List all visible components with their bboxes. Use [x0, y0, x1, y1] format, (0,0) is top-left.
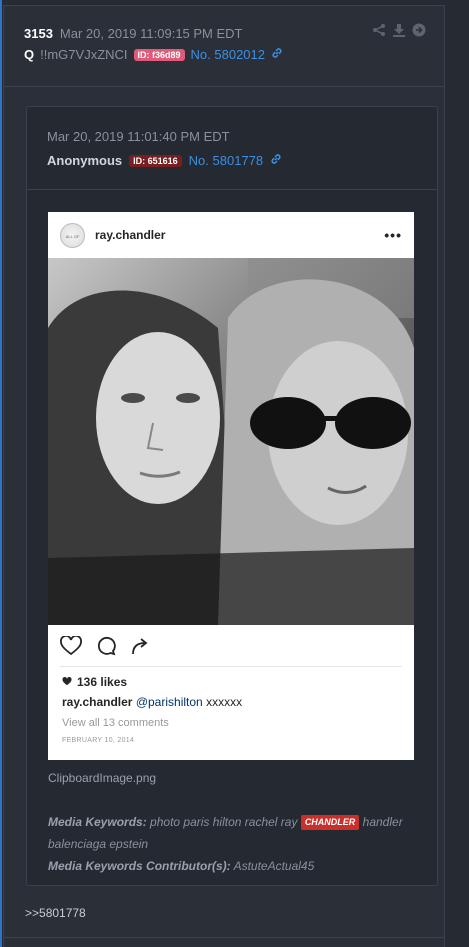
contributor-name: AstuteActual45 [233, 859, 315, 873]
quoted-id-badge[interactable]: ID: 651616 [129, 154, 182, 167]
quoted-poster-name: Anonymous [47, 153, 123, 168]
caption-text: xxxxxx [206, 695, 243, 709]
file-name[interactable]: ClipboardImage.png [48, 771, 156, 785]
link-icon[interactable] [270, 153, 282, 168]
keywords-label: Media Keywords: [48, 815, 147, 829]
likes-count: 136 likes [48, 667, 414, 689]
quoted-header: Mar 20, 2019 11:01:40 PM EDT Anonymous I… [47, 129, 282, 168]
instagram-actions [48, 625, 414, 663]
post-link[interactable]: No. 5802012 [191, 47, 265, 62]
quoted-post: Mar 20, 2019 11:01:40 PM EDT Anonymous I… [26, 106, 438, 886]
share-icon[interactable] [372, 23, 386, 37]
caption-username: ray.chandler [62, 695, 133, 709]
header-divider [4, 86, 444, 87]
photo [48, 258, 414, 625]
keyword-highlight-badge: CHANDLER [300, 815, 360, 830]
attached-image[interactable]: ALL OF ray.chandler ••• 136 likes ray.ch… [48, 212, 414, 760]
instagram-username: ray.chandler [95, 228, 166, 242]
heart-filled-icon [62, 675, 72, 689]
caption-mention: @parishilton [135, 695, 203, 709]
post-number[interactable]: 3153 [24, 26, 53, 41]
poster-id-badge[interactable]: ID: f36d89 [133, 48, 185, 61]
quoted-divider [27, 189, 437, 190]
post-card: 3153 Mar 20, 2019 11:09:15 PM EDT Q !!mG… [3, 5, 445, 947]
instagram-header: ALL OF ray.chandler ••• [48, 212, 414, 258]
post-date: Mar 20, 2019 11:09:15 PM EDT [59, 26, 243, 41]
post-toolbar [372, 23, 426, 37]
instagram-caption: ray.chandler @parishilton xxxxxx [48, 689, 414, 709]
tripcode: !!mG7VJxZNCI [40, 47, 128, 62]
likes-label: 136 likes [77, 675, 128, 689]
footer-divider [3, 937, 445, 938]
view-all-comments: View all 13 comments [62, 717, 169, 729]
heart-icon [60, 634, 82, 661]
instagram-date: FEBRUARY 10, 2014 [62, 737, 135, 744]
share-arrow-icon [130, 636, 150, 661]
poster-name: Q [24, 47, 35, 62]
goto-arrow-icon[interactable] [412, 23, 426, 37]
quoted-post-link[interactable]: No. 5801778 [189, 153, 263, 168]
media-keywords: Media Keywords: photo paris hilton rache… [48, 811, 418, 877]
reply-link[interactable]: >>5801778 [25, 906, 86, 920]
avatar: ALL OF [60, 222, 85, 248]
download-icon[interactable] [392, 23, 406, 37]
keywords-text: photo paris hilton rachel ray [150, 815, 298, 829]
left-accent-bar [0, 0, 2, 947]
quoted-date: Mar 20, 2019 11:01:40 PM EDT [47, 129, 230, 144]
more-options-icon: ••• [384, 227, 402, 243]
contributor-label: Media Keywords Contributor(s): [48, 859, 231, 873]
link-icon[interactable] [271, 47, 283, 62]
post-header: 3153 Mar 20, 2019 11:09:15 PM EDT Q !!mG… [24, 23, 434, 62]
comment-icon [96, 636, 116, 661]
